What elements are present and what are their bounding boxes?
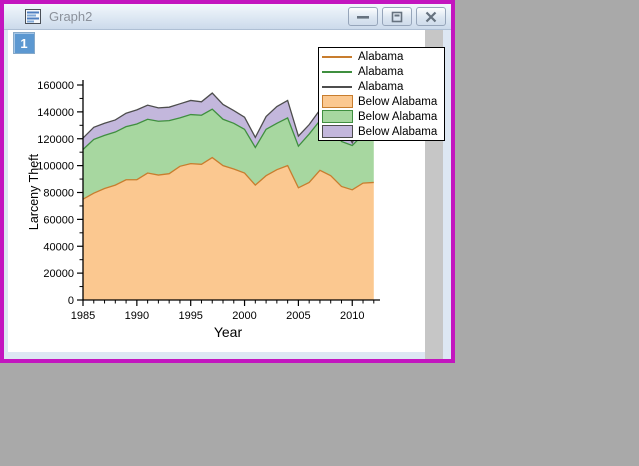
graph-window[interactable]: Graph2 1 xyxy=(0,0,455,363)
legend-entry: Alabama xyxy=(322,79,444,94)
legend-label: Alabama xyxy=(355,81,403,93)
restore-button[interactable] xyxy=(382,7,412,26)
legend-entry: Below Alabama xyxy=(322,94,444,109)
y-tick-label: 120000 xyxy=(37,134,74,146)
y-tick-label: 100000 xyxy=(37,161,74,173)
graph-window-icon xyxy=(25,9,41,24)
legend-fill-swatch xyxy=(322,95,353,108)
y-tick-label: 160000 xyxy=(37,80,74,92)
y-axis-title: Larceny Theft xyxy=(27,153,41,230)
legend-line-swatch xyxy=(322,86,352,88)
y-tick-label: 20000 xyxy=(43,268,74,280)
legend-entry: Alabama xyxy=(322,64,444,79)
y-tick-label: 40000 xyxy=(43,241,74,253)
minimize-icon xyxy=(355,11,371,23)
legend-entry: Alabama xyxy=(322,49,444,64)
legend-entry: Below Alabama xyxy=(322,109,444,124)
legend-fill-swatch xyxy=(322,110,353,123)
x-tick-label: 2005 xyxy=(286,310,310,322)
legend[interactable]: Alabama Alabama Alabama Below Alabama Below … xyxy=(318,47,445,141)
minimize-button[interactable] xyxy=(348,7,378,26)
legend-line-swatch xyxy=(322,71,352,73)
y-tick-label: 80000 xyxy=(43,188,74,200)
title-bar[interactable]: Graph2 xyxy=(4,4,451,30)
legend-label: Below Alabama xyxy=(355,111,437,123)
x-tick-label: 1985 xyxy=(71,310,95,322)
x-tick-label: 1990 xyxy=(125,310,149,322)
x-tick-label: 2010 xyxy=(340,310,364,322)
restore-icon xyxy=(389,11,405,23)
x-axis-title: Year xyxy=(214,324,243,340)
y-tick-label: 60000 xyxy=(43,214,74,226)
legend-label: Below Alabama xyxy=(355,96,437,108)
x-tick-label: 1995 xyxy=(178,310,202,322)
y-tick-label: 140000 xyxy=(37,107,74,119)
legend-entry: Below Alabama xyxy=(322,124,444,139)
legend-label: Alabama xyxy=(355,51,403,63)
legend-fill-swatch xyxy=(322,125,353,138)
close-icon xyxy=(423,11,439,23)
window-client-area: 1 0 20000 40000 60000 80000 100000 120000 14000… xyxy=(4,30,451,359)
window-title: Graph2 xyxy=(49,9,92,24)
x-tick-label: 2000 xyxy=(232,310,256,322)
close-button[interactable] xyxy=(416,7,446,26)
y-tick-label: 0 xyxy=(68,295,74,307)
layer-1-badge[interactable]: 1 xyxy=(13,32,35,54)
legend-line-swatch xyxy=(322,56,352,58)
graph-page[interactable]: 1 0 20000 40000 60000 80000 100000 120000 14000… xyxy=(8,30,425,352)
legend-label: Below Alabama xyxy=(355,126,437,138)
legend-label: Alabama xyxy=(355,66,403,78)
